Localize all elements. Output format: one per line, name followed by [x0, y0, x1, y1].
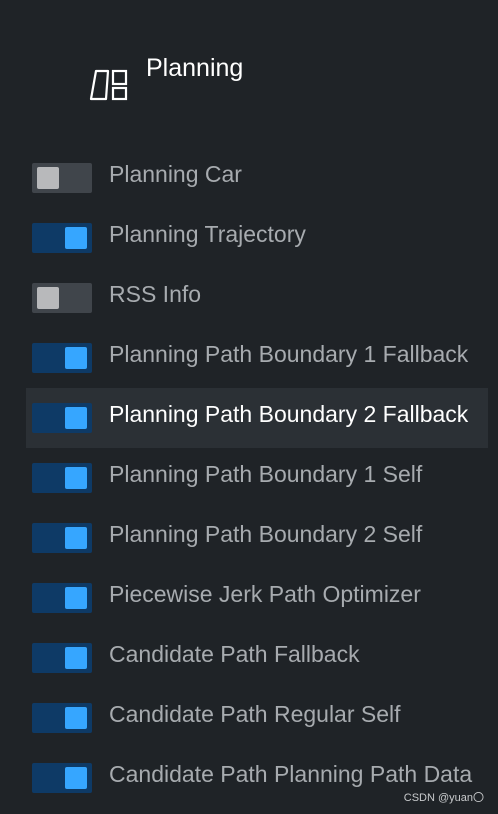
planning-layer-panel: Planning Planning Car Planning Trajector… [0, 0, 498, 814]
toggle-knob [65, 587, 87, 609]
layer-label: Planning Path Boundary 1 Self [109, 461, 423, 487]
layer-label: Planning Path Boundary 2 Fallback [109, 401, 469, 427]
layer-toggle[interactable] [32, 583, 92, 613]
layer-label: Candidate Path Regular Self [109, 701, 401, 727]
map-icon [88, 68, 132, 102]
layer-row-candidate-path-regular-self[interactable]: Candidate Path Regular Self [26, 688, 488, 748]
layer-label: Piecewise Jerk Path Optimizer [109, 581, 421, 607]
layer-label: Planning Car [109, 161, 242, 187]
toggle-knob [65, 767, 87, 789]
panel-title: Planning [146, 54, 244, 82]
layer-toggle[interactable] [32, 523, 92, 553]
layer-label: Candidate Path Planning Path Data [109, 761, 473, 787]
layer-toggle[interactable] [32, 163, 92, 193]
layer-row-rss-info[interactable]: RSS Info [26, 268, 488, 328]
layer-toggle[interactable] [32, 343, 92, 373]
toggle-knob [65, 707, 87, 729]
layer-label: RSS Info [109, 281, 202, 307]
layer-row-planning-trajectory[interactable]: Planning Trajectory [26, 208, 488, 268]
layer-label: Candidate Path Fallback [109, 641, 360, 667]
layer-label: Planning Trajectory [109, 221, 306, 247]
layer-label: Planning Path Boundary 2 Self [109, 521, 423, 547]
toggle-knob [37, 167, 59, 189]
layer-toggle[interactable] [32, 763, 92, 793]
layer-row-candidate-path-fallback[interactable]: Candidate Path Fallback [26, 628, 488, 688]
toggle-knob [65, 467, 87, 489]
toggle-knob [65, 647, 87, 669]
layer-toggle[interactable] [32, 283, 92, 313]
layer-toggle[interactable] [32, 703, 92, 733]
layer-row-path-boundary-1-self[interactable]: Planning Path Boundary 1 Self [26, 448, 488, 508]
layer-toggle[interactable] [32, 643, 92, 673]
layer-row-path-boundary-2-self[interactable]: Planning Path Boundary 2 Self [26, 508, 488, 568]
toggle-knob [65, 347, 87, 369]
layer-row-piecewise-jerk-path-optimizer[interactable]: Piecewise Jerk Path Optimizer [26, 568, 488, 628]
layer-row-path-boundary-1-fallback[interactable]: Planning Path Boundary 1 Fallback [26, 328, 488, 388]
watermark: CSDN @yuan〇 [403, 792, 484, 804]
toggle-knob [37, 287, 59, 309]
layer-row-planning-car[interactable]: Planning Car [26, 148, 488, 208]
layer-toggle[interactable] [32, 463, 92, 493]
toggle-knob [65, 527, 87, 549]
toggle-knob [65, 407, 87, 429]
layer-toggle[interactable] [32, 403, 92, 433]
layer-row-path-boundary-2-fallback[interactable]: Planning Path Boundary 2 Fallback [26, 388, 488, 448]
layer-toggle[interactable] [32, 223, 92, 253]
layer-label: Planning Path Boundary 1 Fallback [109, 341, 469, 367]
toggle-knob [65, 227, 87, 249]
